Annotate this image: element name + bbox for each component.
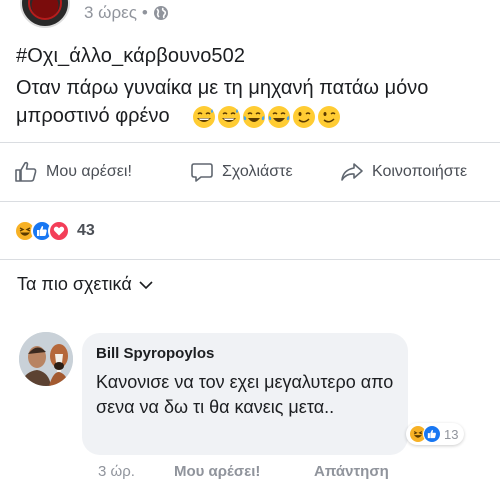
tears-of-joy-icon <box>268 106 290 128</box>
love-icon <box>48 220 70 242</box>
wink-icon <box>293 106 315 128</box>
like-button[interactable]: Μου αρέσει! <box>14 158 132 186</box>
meta-separator: • <box>141 3 148 22</box>
share-label: Κοινοποιήστε <box>372 163 468 180</box>
comment-reaction-count: 13 <box>444 426 459 442</box>
facebook-post-view: 3 ώρες • #Οχι_άλλο_κάρβουνο502 Οταν πάρω… <box>0 0 500 501</box>
divider <box>0 259 500 260</box>
comment-author[interactable]: Bill Spyropoylos <box>96 345 214 362</box>
post-meta: 3 ώρες • <box>84 3 169 23</box>
post-time[interactable]: 3 ώρες <box>84 3 137 23</box>
globe-icon <box>153 6 168 20</box>
reaction-count: 43 <box>77 222 95 239</box>
wink-icon <box>318 106 340 128</box>
divider <box>0 201 500 202</box>
share-icon <box>341 163 363 181</box>
avatar-ring <box>28 0 62 20</box>
post-emojis <box>192 105 341 129</box>
page-avatar[interactable] <box>20 0 70 28</box>
comment-filter-dropdown[interactable]: Τα πιο σχετικά <box>17 274 154 295</box>
comment-button[interactable]: Σχολιάστε <box>190 158 293 186</box>
chevron-down-icon <box>139 280 153 289</box>
thumbs-up-icon <box>15 161 37 182</box>
comment-like-button[interactable]: Μου αρέσει! <box>174 463 314 480</box>
comment-reactions[interactable]: 13 <box>406 423 465 445</box>
post-actions-bar: Μου αρέσει! Σχολιάστε Κοινοποιήστε <box>0 150 500 194</box>
share-button[interactable]: Κοινοποιήστε <box>340 158 467 186</box>
comment-time[interactable]: 3 ώρ. <box>98 463 174 480</box>
post-hashtag[interactable]: #Οχι_άλλο_κάρβουνο502 <box>16 45 245 68</box>
grin-sweat-icon <box>218 106 240 128</box>
comment-text: Κανονισε να τον εχει μεγαλυτερο απο σενα… <box>96 372 394 417</box>
commenter-avatar[interactable] <box>19 332 73 386</box>
comment-icon <box>191 163 213 182</box>
divider <box>0 142 500 143</box>
filter-label: Τα πιο σχετικά <box>17 274 132 294</box>
grin-sweat-icon <box>193 106 215 128</box>
like-icon <box>423 425 441 443</box>
like-label: Μου αρέσει! <box>46 163 132 180</box>
comment-reply-button[interactable]: Απάντηση <box>314 463 389 480</box>
tears-of-joy-icon <box>243 106 265 128</box>
reactions-summary[interactable]: 43 <box>14 219 95 243</box>
comment-footer: 3 ώρ. Μου αρέσει! Απάντηση <box>98 463 389 480</box>
avatar-photo <box>19 332 73 386</box>
comment-label: Σχολιάστε <box>222 163 293 180</box>
